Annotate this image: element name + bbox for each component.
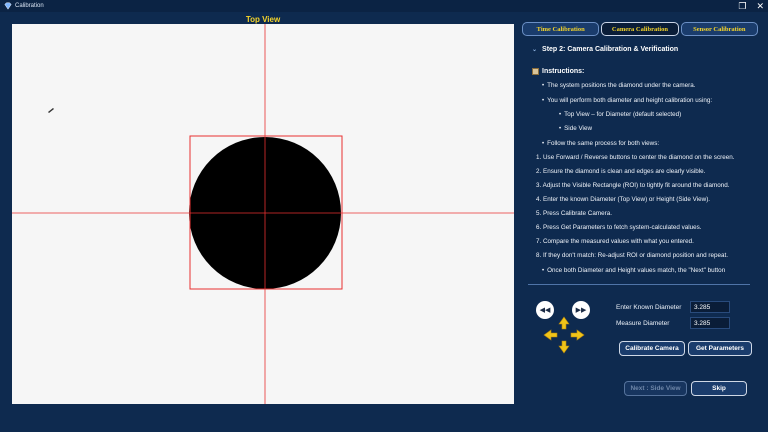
list-item: • You will perform both diameter and heig…	[542, 97, 758, 105]
tab-sensor-calibration[interactable]: Sensor Calibration	[680, 22, 758, 36]
camera-overlay	[12, 24, 514, 404]
tab-time-calibration[interactable]: Time Calibration	[522, 22, 600, 36]
list-item: 2. Ensure the diamond is clean and edges…	[536, 168, 706, 175]
known-diameter-input[interactable]	[690, 301, 730, 313]
bullet: •	[542, 83, 545, 89]
next-side-view-button[interactable]: Next : Side View	[624, 381, 687, 396]
window-title: Calibration	[15, 3, 44, 9]
bullet: •	[559, 112, 562, 118]
measure-diameter-label: Measure Diameter	[616, 320, 670, 327]
list-item: • Side View	[559, 125, 758, 133]
calibration-panel: Time Calibration Camera Calibration Sens…	[522, 22, 758, 404]
divider	[528, 284, 750, 285]
instructions-heading-label: Instructions:	[542, 68, 585, 75]
list-item: • The system positions the diamond under …	[542, 82, 758, 90]
tab-camera-calibration[interactable]: Camera Calibration	[601, 22, 679, 36]
collapse-chevron-icon[interactable]: ⌄	[532, 46, 537, 53]
arrow-left-icon	[543, 329, 558, 341]
position-controls: ◀◀ ▶▶	[536, 301, 590, 357]
step-header[interactable]: ⌄ Step 2: Camera Calibration & Verificat…	[532, 46, 758, 53]
list-item: 7. Compare the measured values with what…	[536, 238, 694, 245]
step-title: Step 2: Camera Calibration & Verificatio…	[542, 46, 679, 53]
tab-bar: Time Calibration Camera Calibration Sens…	[522, 22, 758, 36]
get-parameters-button[interactable]: Get Parameters	[688, 341, 752, 356]
list-item: 5. Press Calibrate Camera.	[536, 210, 612, 217]
app-logo-icon	[4, 2, 12, 10]
list-item: 1. Use Forward / Reverse buttons to cent…	[536, 154, 735, 161]
instructions-heading: Instructions:	[532, 68, 758, 75]
instruction-text: You will perform both diameter and heigh…	[547, 97, 713, 104]
list-item: 3. Adjust the Visible Rectangle (ROI) to…	[536, 182, 730, 189]
list-item: • Once both Diameter and Height values ma…	[542, 267, 758, 275]
list-item: • Follow the same process for both views:	[542, 140, 758, 148]
move-arrows-icon[interactable]	[542, 315, 586, 355]
instruction-text: Top View – for Diameter (default selecte…	[564, 111, 682, 118]
title-bar: Calibration ❐ ✕	[0, 0, 768, 12]
arrow-right-icon	[570, 329, 585, 341]
list-item: 4. Enter the known Diameter (Top View) o…	[536, 196, 711, 203]
clipboard-icon	[532, 68, 539, 75]
arrow-up-icon	[558, 316, 570, 330]
mouse-pointer-icon	[48, 108, 54, 113]
bullet: •	[559, 126, 562, 132]
camera-feed[interactable]	[12, 24, 514, 404]
list-item: 6. Press Get Parameters to fetch system-…	[536, 224, 702, 231]
skip-button[interactable]: Skip	[691, 381, 747, 396]
instruction-text: Side View	[564, 125, 592, 132]
instructions-list: • The system positions the diamond under …	[522, 82, 758, 275]
close-window-icon[interactable]: ✕	[756, 0, 764, 12]
restore-window-icon[interactable]: ❐	[738, 0, 746, 12]
list-item: 8. If they don't match: Re-adjust ROI or…	[536, 252, 728, 259]
calibrate-camera-button[interactable]: Calibrate Camera	[619, 341, 685, 356]
instruction-text: Follow the same process for both views:	[547, 140, 660, 147]
measure-diameter-input[interactable]	[690, 317, 730, 329]
instruction-text: The system positions the diamond under t…	[547, 82, 696, 89]
arrow-down-icon	[558, 340, 570, 354]
bullet: •	[542, 268, 545, 274]
bullet: •	[542, 141, 545, 147]
instruction-text: Once both Diameter and Height values mat…	[547, 267, 726, 274]
list-item: • Top View – for Diameter (default select…	[559, 111, 758, 119]
known-diameter-label: Enter Known Diameter	[616, 304, 682, 311]
bullet: •	[542, 98, 545, 104]
camera-view-title: Top View	[245, 15, 281, 24]
